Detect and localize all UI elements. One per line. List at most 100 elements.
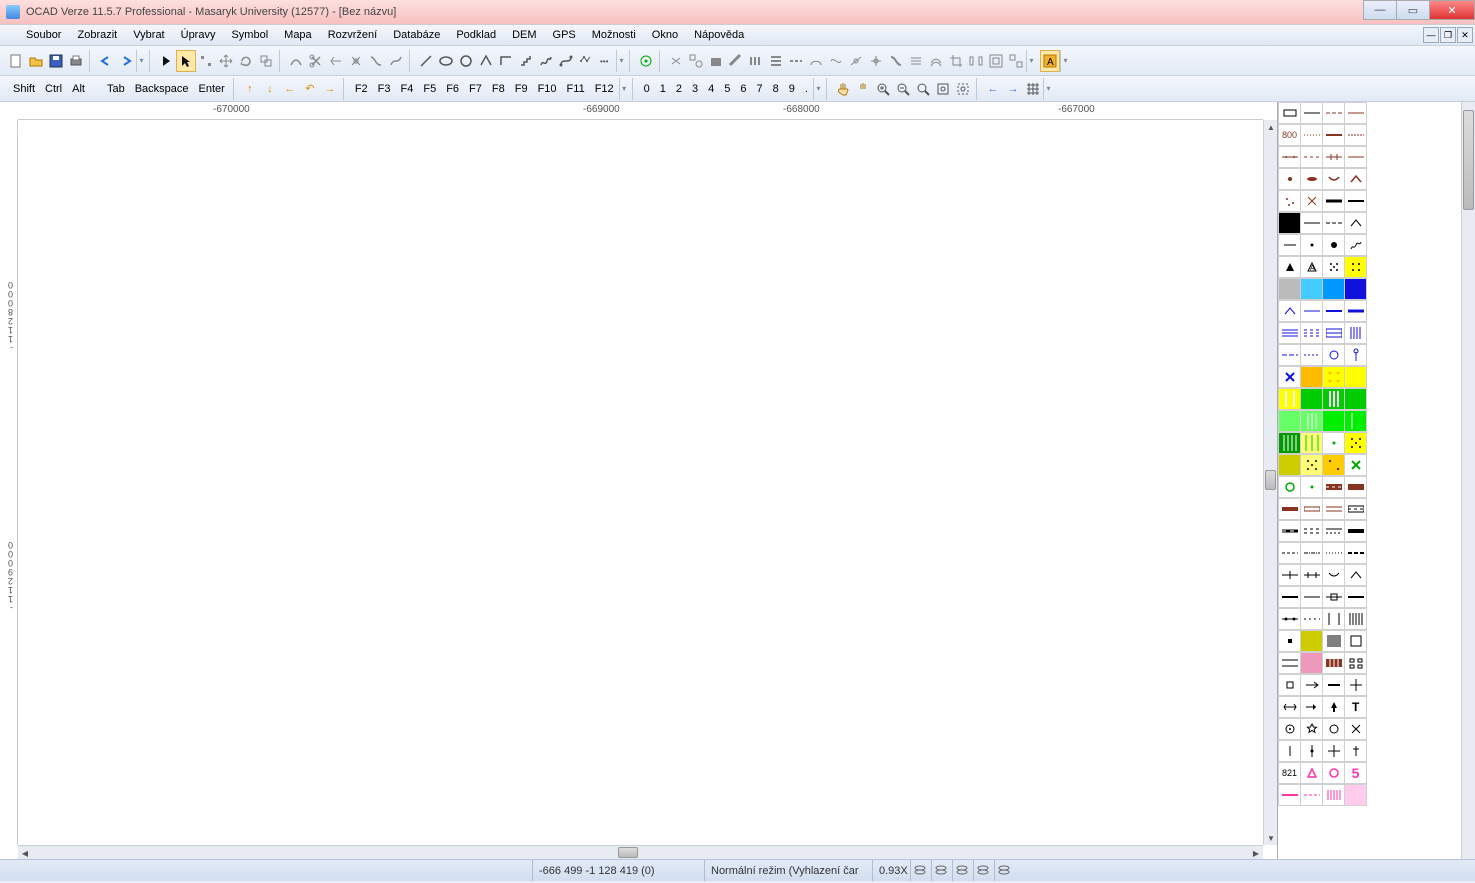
symbol-cell[interactable] xyxy=(1300,498,1323,520)
symbol-cell[interactable] xyxy=(1300,630,1323,652)
symbol-cell[interactable] xyxy=(1322,190,1345,212)
symbol-cell[interactable] xyxy=(1300,762,1323,784)
layer-button-2[interactable] xyxy=(931,860,952,881)
symbol-scroll-thumb[interactable] xyxy=(1463,110,1474,210)
print-button[interactable] xyxy=(66,50,86,72)
cut-area-tool[interactable] xyxy=(326,50,346,72)
symbol-cell[interactable] xyxy=(1300,410,1323,432)
symbol-cell[interactable] xyxy=(1344,608,1367,630)
key-enter[interactable]: Enter xyxy=(194,80,230,98)
fill-tool[interactable] xyxy=(706,50,726,72)
sub-minimize-button[interactable]: — xyxy=(1423,27,1439,43)
save-button[interactable] xyxy=(46,50,66,72)
key-0[interactable]: 0 xyxy=(639,80,655,98)
symbol-cell[interactable] xyxy=(1344,322,1367,344)
symbol-cell[interactable] xyxy=(1278,410,1301,432)
symbol-cell[interactable] xyxy=(1344,190,1367,212)
menu-soubor[interactable]: Soubor xyxy=(18,27,69,43)
symbol-cell[interactable] xyxy=(1278,146,1301,168)
key-f6[interactable]: F6 xyxy=(441,80,464,98)
symbol-cell[interactable] xyxy=(1322,256,1345,278)
symbol-cell[interactable] xyxy=(1300,102,1323,124)
dash-tool[interactable] xyxy=(786,50,806,72)
symbol-cell[interactable] xyxy=(1300,740,1323,762)
symbol-cell[interactable] xyxy=(1322,344,1345,366)
key-f4[interactable]: F4 xyxy=(396,80,419,98)
sub-close-button[interactable]: ✕ xyxy=(1457,27,1473,43)
symbol-cell[interactable] xyxy=(1300,432,1323,454)
follow-tool[interactable] xyxy=(886,50,906,72)
prev-view-button[interactable]: ← xyxy=(983,78,1003,100)
key-f8[interactable]: F8 xyxy=(487,80,510,98)
next-view-button[interactable]: → xyxy=(1003,78,1023,100)
symbol-cell[interactable] xyxy=(1344,784,1367,806)
symbol-cell[interactable] xyxy=(1300,542,1323,564)
symbol-cell[interactable] xyxy=(1344,168,1367,190)
key-3[interactable]: 3 xyxy=(687,80,703,98)
symbol-cell[interactable] xyxy=(1278,300,1301,322)
maximize-button[interactable]: ▭ xyxy=(1396,0,1430,20)
symbol-cell[interactable] xyxy=(1322,608,1345,630)
symbol-cell[interactable] xyxy=(1300,146,1323,168)
layer-button-4[interactable] xyxy=(973,860,994,881)
symbol-cell[interactable] xyxy=(1278,586,1301,608)
symbol-cell[interactable]: 800 xyxy=(1278,124,1301,146)
symbol-cell[interactable] xyxy=(1300,784,1323,806)
arrow-right-button[interactable]: → xyxy=(320,78,340,100)
symbol-cell[interactable] xyxy=(1344,102,1367,124)
symbol-cell[interactable] xyxy=(1278,696,1301,718)
symbol-cell[interactable] xyxy=(1322,564,1345,586)
rect-angle-tool[interactable] xyxy=(496,50,516,72)
symbol-cell[interactable] xyxy=(1344,476,1367,498)
symbol-cell[interactable] xyxy=(1344,212,1367,234)
symbol-cell[interactable] xyxy=(1344,740,1367,762)
symbol-cell[interactable]: T xyxy=(1344,696,1367,718)
cut-hole-tool[interactable] xyxy=(346,50,366,72)
symbol-cell[interactable] xyxy=(1300,278,1323,300)
symbol-cell[interactable] xyxy=(1278,652,1301,674)
new-file-button[interactable] xyxy=(6,50,26,72)
symbol-cell[interactable] xyxy=(1344,366,1367,388)
symbol-cell[interactable] xyxy=(1322,322,1345,344)
symbol-cell[interactable] xyxy=(1344,652,1367,674)
symbol-cell[interactable] xyxy=(1322,520,1345,542)
symbol-cell[interactable] xyxy=(1278,718,1301,740)
grid-button[interactable] xyxy=(1023,78,1043,100)
change-symbol-tool[interactable] xyxy=(686,50,706,72)
symbol-cell[interactable] xyxy=(1322,146,1345,168)
play-button[interactable] xyxy=(156,50,176,72)
layer-button-3[interactable] xyxy=(952,860,973,881)
undo-button[interactable] xyxy=(96,50,116,72)
smooth-tool[interactable] xyxy=(826,50,846,72)
reverse-tool[interactable] xyxy=(666,50,686,72)
align-h-tool[interactable] xyxy=(746,50,766,72)
symbol-cell[interactable] xyxy=(1278,256,1301,278)
symbol-cell[interactable] xyxy=(1278,432,1301,454)
ellipse-tool[interactable] xyxy=(436,50,456,72)
symbol-cell[interactable] xyxy=(1300,344,1323,366)
symbol-cell[interactable] xyxy=(1344,124,1367,146)
symbol-cell[interactable] xyxy=(1322,740,1345,762)
ungroup-tool[interactable] xyxy=(1006,50,1026,72)
symbol-cell[interactable] xyxy=(1344,542,1367,564)
merge-tool[interactable] xyxy=(366,50,386,72)
key-5[interactable]: 5 xyxy=(719,80,735,98)
key-tab[interactable]: Tab xyxy=(102,80,130,98)
zoom-in-button[interactable] xyxy=(873,78,893,100)
symbol-cell[interactable] xyxy=(1278,608,1301,630)
key-f5[interactable]: F5 xyxy=(418,80,441,98)
symbol-cell[interactable]: A xyxy=(1300,256,1323,278)
arrow-left-button[interactable]: ← xyxy=(280,78,300,100)
convert-tool[interactable] xyxy=(846,50,866,72)
symbol-cell[interactable] xyxy=(1322,586,1345,608)
menu-dem[interactable]: DEM xyxy=(504,27,544,43)
symbol-cell[interactable] xyxy=(1300,234,1323,256)
close-button[interactable]: ✕ xyxy=(1429,0,1475,20)
symbol-cell[interactable] xyxy=(1278,674,1301,696)
symbol-cell[interactable] xyxy=(1344,564,1367,586)
group-tool[interactable] xyxy=(986,50,1006,72)
vertical-scrollbar[interactable]: ▲ ▼ xyxy=(1263,120,1277,845)
symbol-cell[interactable] xyxy=(1322,762,1345,784)
scale-button[interactable] xyxy=(256,50,276,72)
key-9[interactable]: 9 xyxy=(784,80,800,98)
